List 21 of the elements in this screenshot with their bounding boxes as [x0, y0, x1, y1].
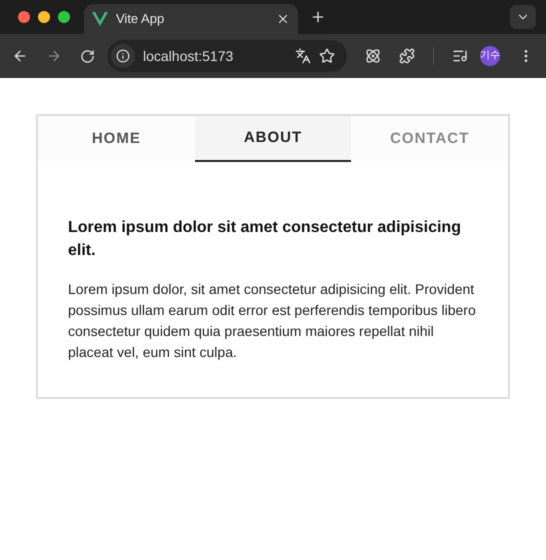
content-heading: Lorem ipsum dolor sit amet consectetur adipisicing elit. — [68, 218, 462, 261]
extensions-icon[interactable] — [399, 48, 415, 64]
new-tab-icon[interactable] — [310, 9, 326, 25]
browser-tab[interactable]: Vite App — [84, 4, 298, 34]
address-bar[interactable]: localhost:5173 — [107, 40, 347, 72]
v-logo-icon — [92, 12, 108, 26]
translate-icon[interactable] — [295, 48, 311, 64]
forward-icon[interactable] — [46, 48, 62, 64]
close-tab-icon[interactable] — [276, 12, 290, 26]
music-list-icon[interactable] — [452, 48, 468, 64]
reload-icon[interactable] — [80, 48, 95, 64]
atom-icon[interactable] — [365, 48, 381, 64]
bookmark-star-icon[interactable] — [319, 48, 335, 64]
info-icon[interactable] — [116, 49, 130, 63]
tab-title: Vite App — [116, 10, 166, 28]
url-text: localhost:5173 — [143, 46, 234, 66]
nav-tab[interactable]: ABOUT — [194, 116, 352, 162]
tab-list-button[interactable] — [510, 5, 536, 29]
content-paragraph: Lorem ipsum dolor, sit amet consectetur adipisicing elit. Provident possimus ullam earum odit error est perferendis temporibus libero consectetur quidem quia praesentium maiores repellat nihil placeat vel, eum sint culpa. — [68, 280, 477, 362]
back-icon[interactable] — [12, 48, 28, 64]
profile-avatar[interactable]: 기수 — [480, 46, 500, 66]
